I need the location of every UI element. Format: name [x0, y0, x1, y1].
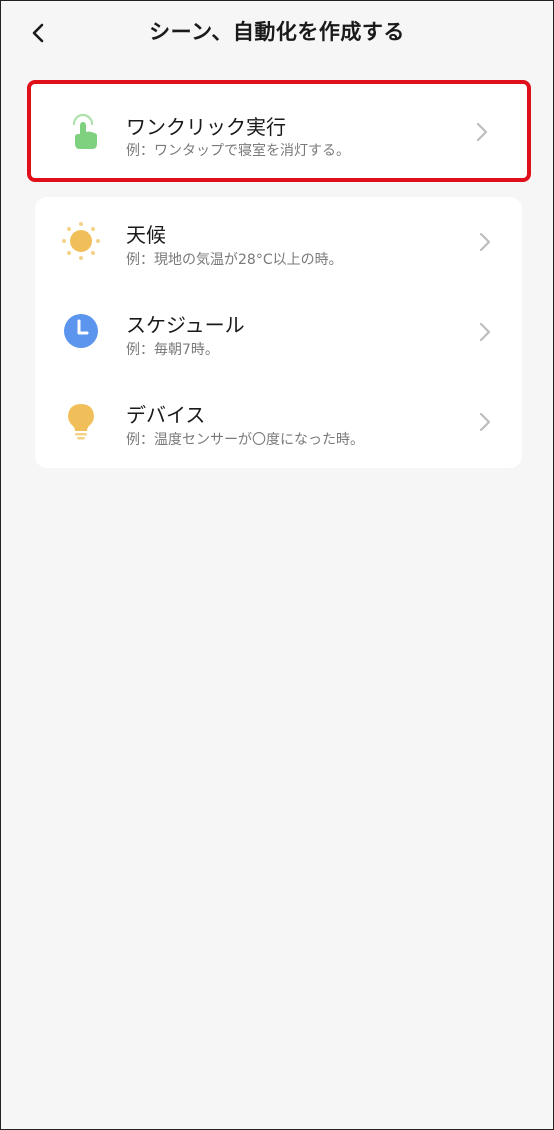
chevron-right-icon	[478, 411, 492, 433]
weather-option[interactable]: 天候 例：現地の気温が28°C以上の時。	[35, 197, 522, 287]
schedule-option[interactable]: スケジュール 例：毎朝7時。	[35, 287, 522, 377]
clock-icon	[61, 311, 101, 351]
chevron-right-icon	[475, 121, 489, 143]
device-title: デバイス	[126, 403, 206, 427]
device-subtitle: 例：温度センサーが〇度になった時。	[126, 432, 364, 448]
chevron-right-icon	[478, 321, 492, 343]
weather-title: 天候	[126, 223, 166, 247]
schedule-subtitle: 例：毎朝7時。	[126, 342, 219, 358]
device-option[interactable]: デバイス 例：温度センサーが〇度になった時。	[35, 377, 522, 467]
screen: シーン、自動化を作成する ワンクリック実行 例：ワンタップで寝室を消灯する。 天…	[0, 0, 554, 1130]
one-click-card: ワンクリック実行 例：ワンタップで寝室を消灯する。	[27, 80, 531, 182]
one-click-option[interactable]: ワンクリック実行 例：ワンタップで寝室を消灯する。	[31, 84, 527, 178]
condition-list: 天候 例：現地の気温が28°C以上の時。 スケジュール 例：毎朝7時。 デバイス…	[35, 197, 522, 468]
weather-subtitle: 例：現地の気温が28°C以上の時。	[126, 252, 343, 268]
schedule-title: スケジュール	[126, 313, 245, 337]
page-title: シーン、自動化を作成する	[149, 20, 405, 44]
one-click-title: ワンクリック実行	[126, 115, 286, 139]
tap-hand-icon	[65, 112, 105, 152]
header: シーン、自動化を作成する	[1, 1, 553, 65]
chevron-right-icon	[478, 231, 492, 253]
one-click-subtitle: 例：ワンタップで寝室を消灯する。	[126, 143, 350, 159]
sun-icon	[61, 221, 101, 261]
lightbulb-icon	[61, 401, 101, 441]
